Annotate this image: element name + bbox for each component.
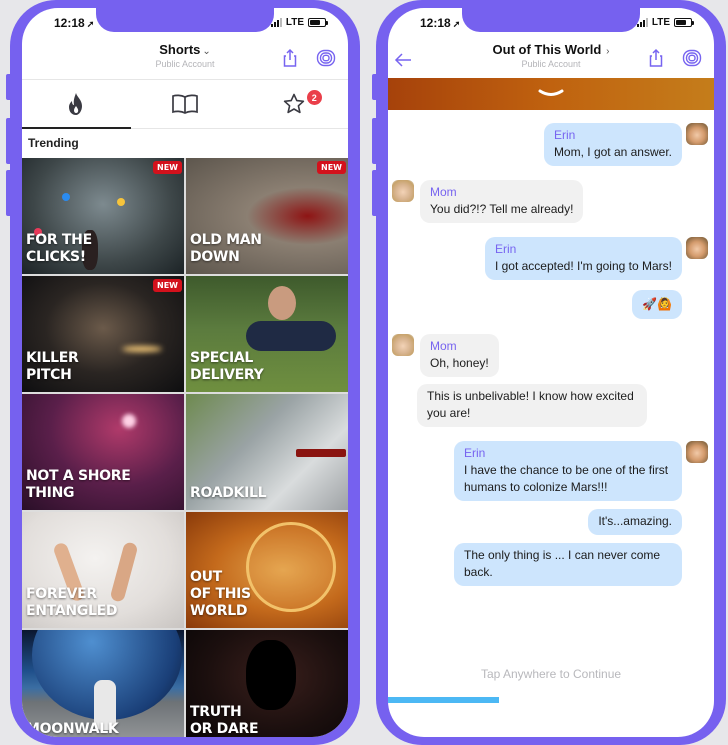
battery-icon [674, 18, 694, 27]
chevron-down-icon: ⌄ [202, 46, 211, 57]
story-title: Moonwalk [26, 721, 119, 737]
avatar-mom [392, 334, 414, 356]
message-text: The only thing is ... I can never come b… [464, 548, 661, 579]
message-text: Mom, I got an answer. [553, 145, 672, 159]
page-header: Shorts ⌄ Public Account [22, 40, 348, 78]
location-arrow-icon: ➚ [86, 19, 95, 29]
left-screen: 12:18 ➚ LTE Shorts ⌄ Public Account 2 Tr… [22, 8, 348, 737]
story-tile[interactable]: Roadkill [186, 394, 348, 510]
message-sender: Mom [430, 185, 457, 199]
silent-switch [372, 74, 378, 100]
new-badge: NEW [153, 161, 182, 174]
new-badge: NEW [153, 279, 182, 292]
message-text: You did?!? Tell me already! [430, 202, 574, 216]
message-sender: Erin [553, 128, 576, 142]
tab-bar: 2 [22, 79, 348, 129]
left-phone-frame: 12:18 ➚ LTE Shorts ⌄ Public Account 2 Tr… [6, 0, 360, 745]
story-title: Forever entangled [26, 586, 118, 619]
battery-icon [308, 18, 328, 27]
stories-icon[interactable] [682, 48, 702, 68]
avatar-erin [686, 123, 708, 145]
story-title: Old man down [190, 232, 262, 265]
message-bubble: The only thing is ... I can never come b… [454, 543, 682, 586]
message-text: 🚀🙆 [642, 297, 672, 311]
stories-icon[interactable] [316, 48, 336, 68]
share-icon[interactable] [646, 48, 666, 68]
chat-thread: Erin Mom, I got an answer. Mom You did?!… [388, 118, 714, 737]
share-icon[interactable] [280, 48, 300, 68]
volume-down-button [372, 170, 378, 216]
message-text: It's...amazing. [598, 514, 672, 528]
right-screen[interactable]: 12:18 ➚ LTE Out of This World › Public Ac… [388, 8, 714, 737]
status-time: 12:18 ➚ [54, 16, 95, 30]
story-title: Roadkill [190, 485, 267, 501]
message-text: I got accepted! I'm going to Mars! [494, 259, 672, 273]
status-indicators: LTE [636, 17, 694, 28]
message-text: This is unbelivable! I know how excited … [427, 389, 634, 420]
story-tile[interactable]: NEW Old man down [186, 158, 348, 274]
story-title: For the clicks! [26, 232, 92, 265]
back-arrow-icon[interactable] [394, 52, 412, 68]
silent-switch [6, 74, 12, 100]
message-bubble: Mom Oh, honey! [420, 334, 499, 377]
story-title: Truth or dare [190, 704, 259, 737]
status-indicators: LTE [270, 17, 328, 28]
carrier-label: LTE [285, 17, 304, 28]
story-cover-banner[interactable] [388, 78, 714, 110]
story-grid: NEW For the clicks! NEW Old man down NEW… [22, 158, 348, 737]
message-sender: Erin [464, 446, 486, 460]
message-sender: Mom [430, 339, 457, 353]
story-title: Killer pitch [26, 350, 79, 383]
book-icon [172, 94, 198, 114]
story-tile[interactable]: Truth or dare [186, 630, 348, 737]
volume-up-button [6, 118, 12, 164]
message-bubble: Erin I have the chance to be one of the … [454, 441, 682, 501]
notch [96, 8, 274, 32]
story-tile[interactable]: Moonwalk [22, 630, 184, 737]
story-title: Not a shore thing [26, 468, 131, 501]
story-tile[interactable]: NEW For the clicks! [22, 158, 184, 274]
message-bubble: Mom You did?!? Tell me already! [420, 180, 584, 223]
message-sender: Erin [494, 242, 517, 256]
story-tile[interactable]: Not a shore thing [22, 394, 184, 510]
story-title: Special delivery [190, 350, 264, 383]
story-title: Out of this world [190, 569, 251, 619]
message-bubble: Erin I got accepted! I'm going to Mars! [484, 237, 682, 280]
story-tile[interactable]: Out of this world [186, 512, 348, 628]
story-progress-fill [388, 697, 499, 703]
notch [462, 8, 640, 32]
tab-library[interactable] [131, 80, 240, 128]
new-badge: NEW [317, 161, 346, 174]
message-bubble-emoji: 🚀🙆 [632, 290, 682, 319]
story-tile[interactable]: NEW Killer pitch [22, 276, 184, 392]
avatar-erin [686, 237, 708, 259]
message-bubble: It's...amazing. [588, 509, 682, 535]
story-progress-bar [388, 697, 714, 703]
right-phone-frame: 12:18 ➚ LTE Out of This World › Public Ac… [372, 0, 726, 745]
volume-up-button [372, 118, 378, 164]
section-title-trending: Trending [28, 136, 79, 150]
location-arrow-icon: ➚ [452, 19, 461, 29]
chevron-right-icon: › [603, 46, 610, 57]
message-text: Oh, honey! [430, 356, 489, 370]
tab-trending[interactable] [22, 80, 131, 129]
message-text: I have the chance to be one of the first… [464, 463, 669, 494]
chevron-down-icon [538, 89, 564, 96]
favorites-count-badge: 2 [306, 90, 322, 105]
page-header: Out of This World › Public Account [388, 40, 714, 78]
status-time: 12:18 ➚ [420, 16, 461, 30]
story-tile[interactable]: Special delivery [186, 276, 348, 392]
avatar-erin [686, 441, 708, 463]
tap-to-continue-hint[interactable]: Tap Anywhere to Continue [388, 667, 714, 681]
message-bubble: This is unbelivable! I know how excited … [417, 384, 647, 427]
stage: 12:18 ➚ LTE Shorts ⌄ Public Account 2 Tr… [0, 0, 728, 745]
story-tile[interactable]: Forever entangled [22, 512, 184, 628]
star-icon [283, 93, 304, 114]
tab-favorites[interactable]: 2 [239, 80, 348, 128]
message-bubble: Erin Mom, I got an answer. [543, 123, 682, 166]
flame-icon [69, 93, 83, 115]
volume-down-button [6, 170, 12, 216]
carrier-label: LTE [651, 17, 670, 28]
avatar-mom [392, 180, 414, 202]
